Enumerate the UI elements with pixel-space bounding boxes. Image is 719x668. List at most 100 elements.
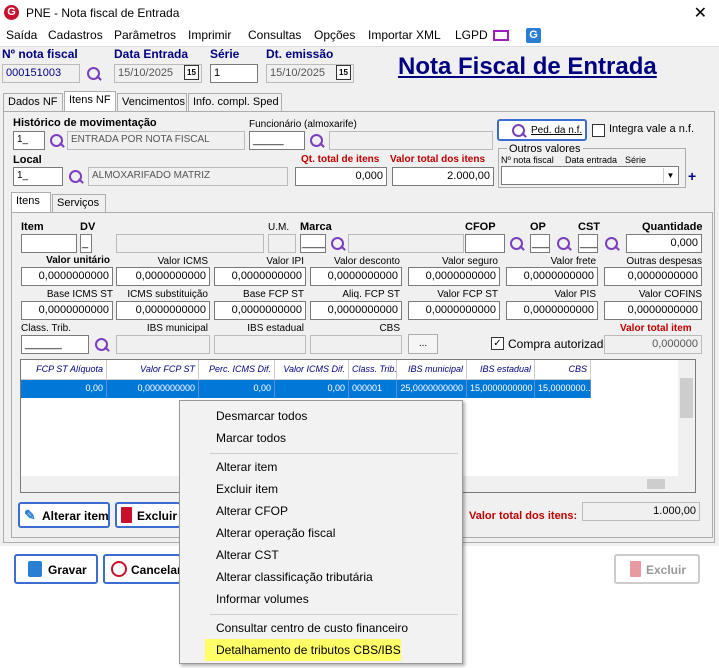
alterar-item-button[interactable]: ✎ Alterar item [18, 502, 110, 528]
cst-input[interactable]: ___ [578, 234, 598, 253]
aliq-fcp-st-input[interactable]: 0,0000000000 [310, 301, 402, 320]
historico-code-input[interactable]: 1_ [13, 131, 45, 150]
vertical-scrollbar[interactable] [678, 360, 695, 478]
grid-header[interactable]: IBS municipal [397, 360, 467, 380]
search-icon[interactable] [94, 337, 110, 353]
menu-item-consultar-centro-custo[interactable]: Consultar centro de custo financeiro [216, 621, 408, 635]
tab-itens[interactable]: Itens [11, 192, 51, 212]
tab-dados-nf[interactable]: Dados NF [3, 93, 63, 111]
grid-header[interactable]: Perc. ICMS Dif. [199, 360, 275, 380]
menu-parametros[interactable]: Parâmetros [114, 28, 176, 42]
search-icon[interactable] [556, 236, 572, 252]
menu-lgpd[interactable]: LGPD [455, 28, 488, 42]
menu-bar: Saída Cadastros Parâmetros Imprimir Cons… [0, 26, 719, 46]
menu-consultas[interactable]: Consultas [248, 28, 301, 42]
search-icon[interactable] [68, 169, 84, 185]
excluir-button[interactable]: Excluir [614, 554, 700, 584]
search-icon[interactable] [86, 66, 102, 82]
close-icon[interactable]: ✕ [694, 3, 707, 23]
search-icon[interactable] [509, 236, 525, 252]
grid-cell[interactable]: 15,0000000... [535, 380, 591, 398]
grid-header[interactable]: Valor ICMS Dif. [275, 360, 349, 380]
valor-pis-input[interactable]: 0,0000000000 [506, 301, 598, 320]
cancelar-button[interactable]: Cancelar [103, 554, 182, 584]
valor-icms-input[interactable]: 0,0000000000 [116, 267, 210, 286]
search-icon[interactable] [309, 133, 325, 149]
grid-header[interactable]: IBS estadual [467, 360, 535, 380]
serie-input[interactable]: 1 [210, 64, 258, 83]
nota-input[interactable]: 000151003 [2, 64, 80, 83]
valor-frete-input[interactable]: 0,0000000000 [506, 267, 598, 286]
add-icon[interactable]: + [688, 168, 696, 184]
more-button[interactable]: ... [408, 334, 438, 354]
grid-cell[interactable]: 0,0000000000 [107, 380, 199, 398]
funcionario-code-input[interactable]: _____ [249, 131, 305, 150]
op-input[interactable]: ___ [530, 234, 550, 253]
base-fcp-st-input[interactable]: 0,0000000000 [214, 301, 306, 320]
search-icon[interactable] [49, 133, 65, 149]
tab-info-compl-sped[interactable]: Info. compl. Sped [188, 93, 282, 111]
class-trib-input[interactable]: ______ [21, 335, 89, 354]
calendar-icon[interactable]: 15 [336, 65, 351, 80]
menu-cadastros[interactable]: Cadastros [48, 28, 103, 42]
menu-item-desmarcar-todos[interactable]: Desmarcar todos [216, 409, 307, 423]
grid-cell[interactable]: 0,00 [21, 380, 107, 398]
scroll-thumb[interactable] [680, 378, 693, 418]
grid-cell[interactable]: 25,0000000000 [397, 380, 467, 398]
valor-fcp-st-input[interactable]: 0,0000000000 [408, 301, 500, 320]
menu-saida[interactable]: Saída [6, 28, 37, 42]
marca-input[interactable]: ____ [300, 234, 326, 253]
grid-cell[interactable]: 0,00 [199, 380, 275, 398]
menu-item-alterar-item[interactable]: Alterar item [216, 460, 277, 474]
grid-cell[interactable]: 0,00 [275, 380, 349, 398]
quantidade-input[interactable]: 0,000 [626, 234, 702, 253]
menu-item-alterar-cst[interactable]: Alterar CST [216, 548, 279, 562]
tab-servicos[interactable]: Serviços [52, 194, 106, 212]
local-code-input[interactable]: 1_ [13, 167, 63, 186]
calendar-icon[interactable]: 15 [184, 65, 199, 80]
compra-autorizada-label: Compra autorizada [508, 337, 611, 351]
base-icms-st-input[interactable]: 0,0000000000 [21, 301, 113, 320]
menu-item-marcar-todos[interactable]: Marcar todos [216, 431, 286, 445]
grid-header[interactable]: Valor FCP ST [107, 360, 199, 380]
item-input[interactable] [21, 234, 77, 253]
trash-icon [630, 561, 641, 577]
menu-opcoes[interactable]: Opções [314, 28, 355, 42]
excluir-item-button[interactable]: Excluir [115, 502, 181, 528]
menu-importar-xml[interactable]: Importar XML [368, 28, 441, 42]
ped-nf-button[interactable]: Ped. da n.f. [497, 119, 587, 141]
dv-input[interactable]: _ [80, 234, 92, 253]
valor-unitario-input[interactable]: 0,0000000000 [21, 267, 113, 286]
menu-item-alterar-operacao-fiscal[interactable]: Alterar operação fiscal [216, 526, 335, 540]
tab-vencimentos[interactable]: Vencimentos [117, 93, 187, 111]
monitor-icon[interactable] [493, 30, 509, 41]
grid-cell[interactable]: 15,0000000000 [467, 380, 535, 398]
icms-substituicao-input[interactable]: 0,0000000000 [116, 301, 210, 320]
integra-checkbox[interactable] [592, 124, 605, 137]
scroll-thumb[interactable] [647, 479, 665, 489]
menu-item-informar-volumes[interactable]: Informar volumes [216, 592, 309, 606]
valor-desconto-input[interactable]: 0,0000000000 [310, 267, 402, 286]
tab-itens-nf[interactable]: Itens NF [64, 91, 116, 111]
cfop-input[interactable] [465, 234, 505, 253]
valor-cofins-input[interactable]: 0,0000000000 [604, 301, 702, 320]
compra-autorizada-checkbox[interactable]: ✓ [491, 337, 504, 350]
grid-cell[interactable]: 000001 [349, 380, 397, 398]
outras-despesas-input[interactable]: 0,0000000000 [604, 267, 702, 286]
menu-item-excluir-item[interactable]: Excluir item [216, 482, 278, 496]
search-icon[interactable] [604, 236, 620, 252]
valor-ipi-input[interactable]: 0,0000000000 [214, 267, 306, 286]
menu-item-alterar-classificacao[interactable]: Alterar classificação tributária [216, 570, 373, 584]
valor-seguro-input[interactable]: 0,0000000000 [408, 267, 500, 286]
outros-valores-select[interactable]: ▼ [501, 166, 679, 185]
menu-imprimir[interactable]: Imprimir [188, 28, 231, 42]
grid-header[interactable]: CBS [535, 360, 591, 380]
grid-header[interactable]: Class. Trib. [349, 360, 397, 380]
search-icon[interactable] [330, 236, 346, 252]
chevron-down-icon[interactable]: ▼ [663, 168, 677, 183]
menu-item-detalhamento-tributos[interactable]: Detalhamento de tributos CBS/IBS [216, 643, 401, 657]
gravar-button[interactable]: Gravar [14, 554, 98, 584]
grid-header[interactable]: FCP ST Alíquota [21, 360, 107, 380]
g-app-icon[interactable]: G [526, 28, 541, 43]
menu-item-alterar-cfop[interactable]: Alterar CFOP [216, 504, 288, 518]
